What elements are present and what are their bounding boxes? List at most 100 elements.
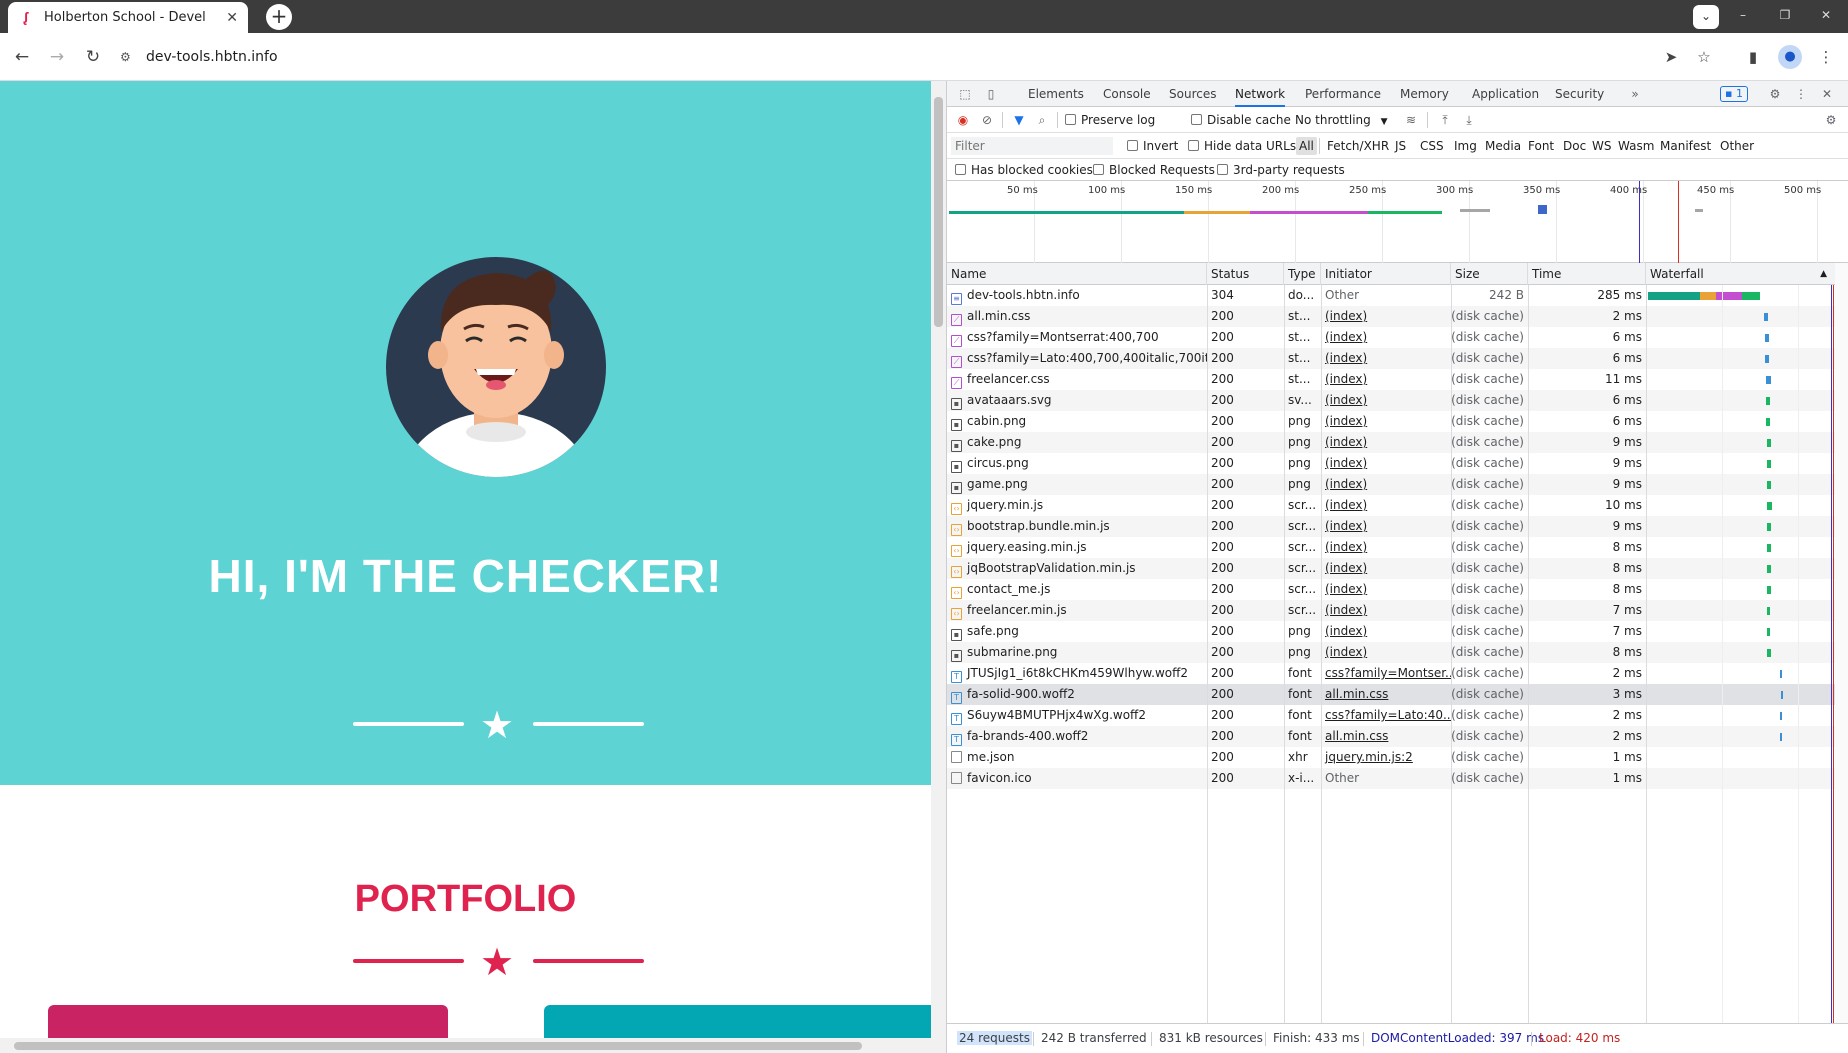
reload-icon[interactable]: ↻ <box>82 46 104 68</box>
request-name-cell[interactable]: ≡ dev-tools.hbtn.info <box>947 285 1207 306</box>
table-row[interactable]: ‹› jquery.easing.min.js 200 scr... (index) (d… <box>947 537 1835 558</box>
page-horizontal-scrollbar[interactable] <box>0 1038 931 1053</box>
network-overview[interactable]: 50 ms 100 ms 150 ms 200 ms 250 ms 300 ms… <box>947 181 1848 263</box>
filter-type-wasm[interactable]: Wasm <box>1615 137 1657 155</box>
table-row[interactable]: ▪ cake.png 200 png (index) (disk cache) 9 ms <box>947 432 1835 453</box>
request-name-cell[interactable]: ▪ avataaars.svg <box>947 390 1207 411</box>
device-toolbar-icon[interactable]: ▯ <box>983 86 999 102</box>
filter-input[interactable] <box>951 137 1113 155</box>
request-initiator-cell[interactable]: (index) <box>1321 621 1451 642</box>
search-icon[interactable]: ⌕ <box>1034 112 1050 128</box>
request-name-cell[interactable]: ‹› jquery.easing.min.js <box>947 537 1207 558</box>
close-tab-icon[interactable]: ✕ <box>226 10 238 26</box>
table-row[interactable]: ‹› jquery.min.js 200 scr... (index) (disk cac… <box>947 495 1835 516</box>
request-initiator-cell[interactable]: (index) <box>1321 474 1451 495</box>
filter-type-css[interactable]: CSS <box>1417 137 1447 155</box>
table-row[interactable]: ▪ game.png 200 png (index) (disk cache) 9 ms <box>947 474 1835 495</box>
column-waterfall[interactable]: Waterfall ▲ <box>1646 263 1835 285</box>
url-text[interactable]: dev-tools.hbtn.info <box>146 49 278 65</box>
request-name-cell[interactable]: T JTUSjIg1_i6t8kCHKm459Wlhyw.woff2 <box>947 663 1207 684</box>
filter-type-img[interactable]: Img <box>1451 137 1480 155</box>
request-name-cell[interactable]: ⟋ css?family=Montserrat:400,700 <box>947 327 1207 348</box>
filter-type-media[interactable]: Media <box>1482 137 1524 155</box>
new-tab-button[interactable]: + <box>266 4 292 30</box>
table-row[interactable]: Tfa-solid-900.woff2 200 font all.min.css (di… <box>947 684 1835 705</box>
request-initiator-cell[interactable]: (index) <box>1321 306 1451 327</box>
request-initiator-cell[interactable]: (index) <box>1321 600 1451 621</box>
table-row[interactable]: T S6uyw4BMUTPHjx4wXg.woff2 200 font css?fami… <box>947 705 1835 726</box>
clear-icon[interactable]: ⊘ <box>979 112 995 128</box>
request-name-cell[interactable]: me.json <box>947 747 1207 768</box>
tab-search-button[interactable]: ⌄ <box>1693 5 1719 29</box>
omnibox[interactable]: ⚙ dev-tools.hbtn.info <box>120 41 1710 73</box>
request-initiator-cell[interactable]: (index) <box>1321 495 1451 516</box>
tab-performance[interactable]: Performance <box>1305 81 1381 107</box>
request-name-cell[interactable]: ▪ game.png <box>947 474 1207 495</box>
record-stop-icon[interactable]: ◉ <box>955 112 971 128</box>
request-name-cell[interactable]: ‹› jquery.min.js <box>947 495 1207 516</box>
devtools-menu-icon[interactable]: ⋮ <box>1793 86 1809 102</box>
request-initiator-cell[interactable]: jquery.min.js:2 <box>1321 747 1451 768</box>
preserve-log-checkbox[interactable]: Preserve log <box>1065 111 1155 129</box>
table-row[interactable]: ⟋ css?family=Montserrat:400,700 200 st... (i… <box>947 327 1835 348</box>
request-name-cell[interactable]: ⟋ all.min.css <box>947 306 1207 327</box>
request-initiator-cell[interactable]: (index) <box>1321 642 1451 663</box>
hide-data-urls-checkbox[interactable]: Hide data URLs <box>1188 137 1296 155</box>
request-initiator-cell[interactable]: all.min.css <box>1321 726 1451 747</box>
table-row[interactable]: ▪ circus.png 200 png (index) (disk cache) 9 ms <box>947 453 1835 474</box>
request-name-cell[interactable]: ‹› freelancer.min.js <box>947 600 1207 621</box>
request-name-cell[interactable]: ‹› bootstrap.bundle.min.js <box>947 516 1207 537</box>
request-name-cell[interactable]: ‹› contact_me.js <box>947 579 1207 600</box>
filter-type-js[interactable]: JS <box>1392 137 1409 155</box>
menu-kebab-icon[interactable]: ⋮ <box>1815 46 1837 68</box>
table-row[interactable]: ⟋ css?family=Lato:400,700,400italic,700it… <box>947 348 1835 369</box>
filter-type-all[interactable]: All <box>1296 137 1317 155</box>
has-blocked-cookies-checkbox[interactable]: Has blocked cookies <box>955 161 1093 179</box>
request-initiator-cell[interactable]: (index) <box>1321 411 1451 432</box>
disable-cache-checkbox[interactable]: Disable cache <box>1191 111 1291 129</box>
request-name-cell[interactable]: ▪ safe.png <box>947 621 1207 642</box>
table-row[interactable]: ▪ submarine.png 200 png (index) (disk cache) 8… <box>947 642 1835 663</box>
filter-type-fetch-xhr[interactable]: Fetch/XHR <box>1324 137 1392 155</box>
request-name-cell[interactable]: ▪ cabin.png <box>947 411 1207 432</box>
browser-tab[interactable]: ᶘ Holberton School - Devel ✕ <box>8 2 248 33</box>
more-tabs-icon[interactable]: » <box>1627 86 1643 102</box>
tab-application[interactable]: Application <box>1472 81 1539 107</box>
network-conditions-icon[interactable]: ≋ <box>1403 112 1419 128</box>
request-initiator-cell[interactable]: (index) <box>1321 327 1451 348</box>
third-party-requests-checkbox[interactable]: 3rd-party requests <box>1217 161 1345 179</box>
request-name-cell[interactable]: ▪ circus.png <box>947 453 1207 474</box>
request-name-cell[interactable]: ⟋ freelancer.css <box>947 369 1207 390</box>
column-name[interactable]: Name <box>947 263 1207 285</box>
throttling-select[interactable]: No throttling ▼ <box>1295 111 1388 129</box>
table-row[interactable]: me.json 200 xhr jquery.min.js:2 (disk cache)… <box>947 747 1835 768</box>
profile-avatar-icon[interactable]: ● <box>1778 45 1802 69</box>
tab-console[interactable]: Console <box>1103 81 1151 107</box>
request-initiator-cell[interactable]: (index) <box>1321 537 1451 558</box>
request-initiator-cell[interactable]: all.min.css <box>1321 684 1451 705</box>
side-panel-icon[interactable]: ▮ <box>1742 46 1764 68</box>
request-initiator-cell[interactable]: (index) <box>1321 348 1451 369</box>
request-initiator-cell[interactable]: (index) <box>1321 579 1451 600</box>
restore-icon[interactable]: ❐ <box>1777 8 1793 24</box>
request-name-cell[interactable]: ⟋ css?family=Lato:400,700,400italic,700it… <box>947 348 1207 369</box>
request-initiator-cell[interactable]: (index) <box>1321 516 1451 537</box>
close-devtools-icon[interactable]: ✕ <box>1819 86 1835 102</box>
filter-type-ws[interactable]: WS <box>1589 137 1614 155</box>
request-initiator-cell[interactable]: (index) <box>1321 369 1451 390</box>
minimize-icon[interactable]: – <box>1735 8 1751 24</box>
request-initiator-cell[interactable]: (index) <box>1321 453 1451 474</box>
request-name-cell[interactable]: ‹› jqBootstrapValidation.min.js <box>947 558 1207 579</box>
request-initiator-cell[interactable]: (index) <box>1321 390 1451 411</box>
filter-type-doc[interactable]: Doc <box>1560 137 1589 155</box>
blocked-requests-checkbox[interactable]: Blocked Requests <box>1093 161 1215 179</box>
export-har-icon[interactable]: ⤓ <box>1461 112 1477 128</box>
close-window-icon[interactable]: ✕ <box>1818 8 1834 24</box>
request-initiator-cell[interactable]: css?family=Montser... <box>1321 663 1451 684</box>
request-name-cell[interactable]: Tfa-solid-900.woff2 <box>947 684 1207 705</box>
column-size[interactable]: Size <box>1451 263 1528 285</box>
request-initiator-cell[interactable]: css?family=Lato:40... <box>1321 705 1451 726</box>
tab-security[interactable]: Security <box>1555 81 1604 107</box>
page-vertical-scrollbar[interactable] <box>931 81 946 1053</box>
site-info-icon[interactable]: ⚙ <box>120 50 140 64</box>
